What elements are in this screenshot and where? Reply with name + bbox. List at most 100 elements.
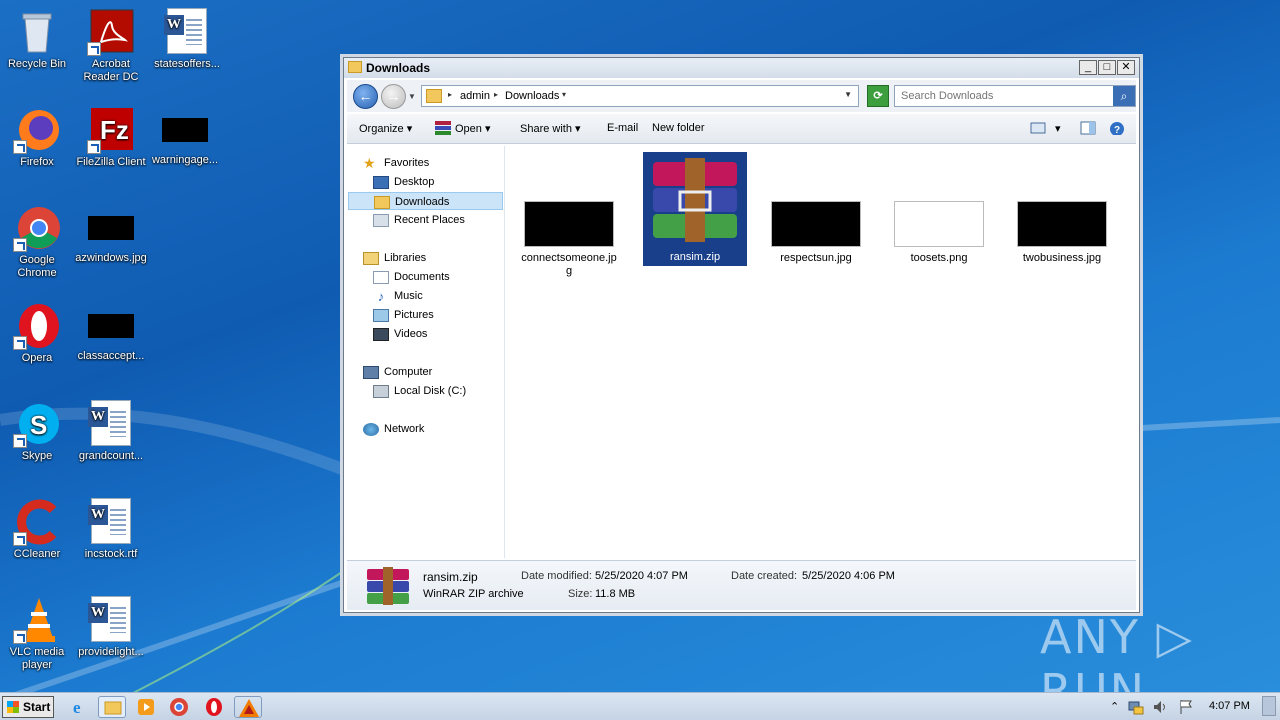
recent-places-icon — [373, 213, 389, 227]
firefox-icon — [13, 106, 61, 154]
chrome-icon[interactable] — [165, 696, 193, 718]
desktop-icon-acrobat[interactable]: Acrobat Reader DC — [74, 8, 148, 84]
open-button[interactable]: Open ▾ — [455, 122, 491, 135]
desktop-icon-statesoffers[interactable]: statesoffers... — [150, 8, 224, 71]
nav-desktop[interactable]: Desktop — [373, 173, 434, 191]
nav-favorites[interactable]: ★ Favorites — [363, 154, 429, 172]
local-disk-icon — [373, 384, 389, 398]
filezilla-icon: Fz — [87, 106, 135, 154]
share-with-button[interactable]: Share with ▾ — [520, 122, 581, 135]
desktop-icon-label: VLC media player — [9, 646, 65, 671]
back-button[interactable]: ← — [353, 84, 378, 109]
desktop-icon-vlc[interactable]: VLC media player — [0, 596, 74, 672]
breadcrumb-admin[interactable]: admin — [460, 90, 490, 102]
media-player-icon[interactable] — [132, 696, 160, 718]
view-dropdown[interactable]: ▾ — [1055, 122, 1061, 135]
desktop-icon-label: Opera — [21, 352, 53, 364]
ie-icon[interactable]: e — [66, 696, 94, 718]
desktop-icon-recycle-bin[interactable]: Recycle Bin — [0, 8, 74, 71]
view-options-icon[interactable] — [1030, 121, 1046, 135]
file-item-toosets[interactable]: toosets.png — [887, 201, 991, 265]
file-item-ransim-zip[interactable]: ransim.zip — [643, 152, 747, 266]
word-doc-icon — [88, 400, 131, 446]
image-file-icon — [88, 216, 134, 240]
desktop-icon-label: incstock.rtf — [84, 548, 138, 560]
desktop-icon-ccleaner[interactable]: CCleaner — [0, 498, 74, 561]
breadcrumb-downloads[interactable]: Downloads — [505, 90, 559, 102]
title-bar[interactable]: Downloads _ □ ✕ — [344, 58, 1139, 78]
desktop-icon-opera[interactable]: Opera — [0, 302, 74, 365]
show-desktop-button[interactable] — [1262, 696, 1276, 716]
chevron-right-icon[interactable]: ▸ — [448, 90, 452, 99]
volume-icon[interactable] — [1152, 699, 1168, 715]
maximize-button[interactable]: □ — [1098, 60, 1116, 75]
email-button[interactable]: E-mail — [607, 122, 638, 134]
nav-label: Computer — [384, 366, 433, 378]
desktop-icon-label: azwindows.jpg — [75, 252, 147, 264]
opera-icon[interactable] — [200, 696, 228, 718]
desktop-icon-classaccept[interactable]: classaccept... — [74, 302, 148, 363]
vlc-icon — [13, 596, 61, 644]
desktop-icon-label: Recycle Bin — [7, 58, 67, 70]
nav-libraries[interactable]: Libraries — [363, 249, 426, 267]
search-box[interactable]: ⌕ — [894, 85, 1136, 107]
new-folder-button[interactable]: New folder — [652, 122, 705, 134]
action-center-flag-icon[interactable] — [1178, 699, 1194, 715]
start-button[interactable]: Start — [2, 696, 54, 718]
nav-recent-places[interactable]: Recent Places — [373, 211, 465, 229]
desktop-icon-providelight[interactable]: providelight... — [74, 596, 148, 659]
explorer-icon[interactable] — [98, 696, 126, 718]
svg-text:S: S — [30, 410, 47, 440]
minimize-button[interactable]: _ — [1079, 60, 1097, 75]
desktop-icon-firefox[interactable]: Firefox — [0, 106, 74, 169]
nav-computer[interactable]: Computer — [363, 363, 432, 381]
image-thumbnail — [524, 201, 614, 247]
file-item-connectsomeone[interactable]: connectsomeone.jpg — [517, 201, 621, 278]
chevron-down-icon[interactable]: ▾ — [562, 90, 566, 99]
clock[interactable]: 4:07 PM — [1209, 700, 1250, 712]
nav-downloads[interactable]: Downloads — [348, 192, 503, 210]
size-label: Size: — [568, 588, 593, 600]
show-hidden-icons-button[interactable]: ⌃ — [1110, 700, 1119, 713]
desktop-icon-label: FileZilla Client — [76, 156, 146, 168]
desktop-icon-label: classaccept... — [77, 350, 145, 362]
chevron-right-icon[interactable]: ▸ — [494, 90, 498, 99]
file-name: ransim.zip — [669, 251, 721, 263]
close-button[interactable]: ✕ — [1117, 60, 1135, 75]
nav-music[interactable]: ♪ Music — [373, 287, 423, 305]
share-with-label: Share with — [520, 123, 572, 135]
navigation-pane: ★ Favorites Desktop Downloads Recent Plac… — [347, 146, 505, 558]
nav-documents[interactable]: Documents — [373, 268, 450, 286]
details-file-type: WinRAR ZIP archive — [423, 588, 524, 600]
organize-button[interactable]: Organize ▾ — [359, 122, 412, 135]
avast-icon[interactable] — [234, 696, 262, 718]
recent-pages-dropdown[interactable]: ▼ — [408, 92, 416, 101]
winrar-icon — [435, 121, 451, 135]
preview-pane-icon[interactable] — [1080, 121, 1096, 135]
image-thumbnail — [771, 201, 861, 247]
folder-icon — [426, 89, 442, 103]
desktop-icon-skype[interactable]: S Skype — [0, 400, 74, 463]
desktop-icon-incstock[interactable]: incstock.rtf — [74, 498, 148, 561]
desktop-icon-filezilla[interactable]: Fz FileZilla Client — [74, 106, 148, 169]
network-tray-icon[interactable] — [1128, 699, 1144, 715]
search-icon[interactable]: ⌕ — [1113, 86, 1135, 106]
nav-pictures[interactable]: Pictures — [373, 306, 434, 324]
desktop-icon-warningage[interactable]: warningage... — [148, 106, 222, 167]
desktop-icon-azwindows[interactable]: azwindows.jpg — [74, 204, 148, 265]
help-icon[interactable]: ? — [1109, 121, 1125, 135]
nav-network[interactable]: Network — [363, 420, 424, 438]
address-path[interactable]: ▸ admin ▸ Downloads ▾ ▼ — [421, 85, 859, 107]
address-history-dropdown[interactable]: ▼ — [844, 90, 852, 99]
word-doc-icon — [88, 596, 131, 642]
desktop-icon-chrome[interactable]: Google Chrome — [0, 204, 74, 280]
desktop-icon-grandcount[interactable]: grandcount... — [74, 400, 148, 463]
nav-videos[interactable]: Videos — [373, 325, 427, 343]
nav-local-disk[interactable]: Local Disk (C:) — [373, 382, 466, 400]
file-item-respectsun[interactable]: respectsun.jpg — [764, 201, 868, 265]
file-item-twobusiness[interactable]: twobusiness.jpg — [1010, 201, 1114, 265]
forward-button[interactable]: → — [381, 84, 406, 109]
refresh-button[interactable]: ⟳ — [867, 85, 889, 107]
search-input[interactable] — [901, 89, 1111, 103]
open-label: Open — [455, 123, 482, 135]
